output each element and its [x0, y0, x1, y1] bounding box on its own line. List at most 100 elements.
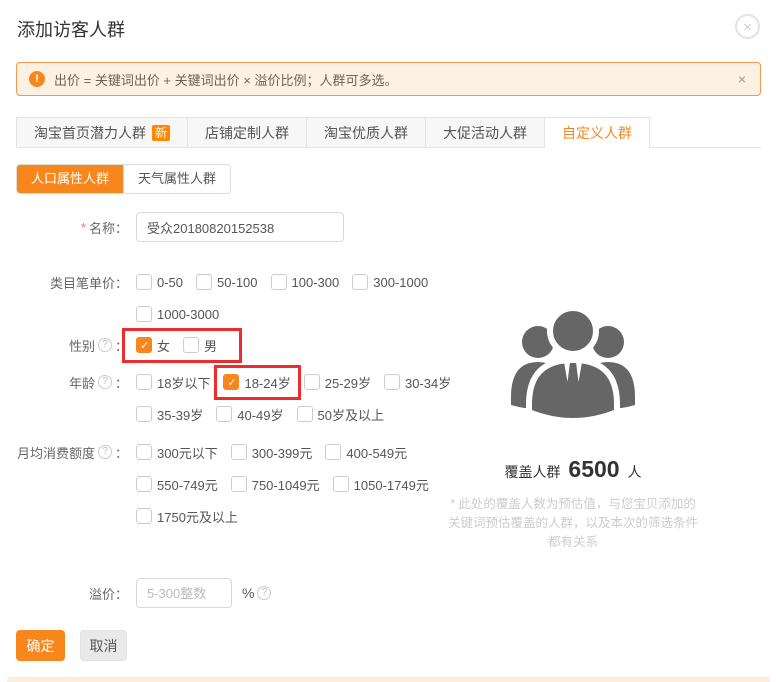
- checkbox[interactable]: [136, 374, 152, 390]
- checkbox[interactable]: [196, 274, 213, 290]
- notice-text: 出价 = 关键词出价 + 关键词出价 × 溢价比例；人群可多选。: [54, 72, 398, 88]
- checkbox[interactable]: [383, 374, 400, 390]
- tab-taobao-homepage-potential[interactable]: 淘宝首页潜力人群 新: [16, 117, 189, 147]
- coverage-note-line: 都有关系: [547, 535, 598, 549]
- category-price-label: 类目笔单价：: [16, 271, 128, 293]
- coverage-note: * 此处的覆盖人数为预估值，与您宝贝添加的 关键词预估覆盖的人群，以及本次的筛选…: [443, 495, 703, 552]
- checkbox-label: 400-549元: [346, 445, 408, 461]
- add-visitor-audience-dialog: 添加访客人群 × ! 出价 = 关键词出价 + 关键词出价 × 溢价比例；人群可…: [0, 0, 777, 682]
- subtab-weather[interactable]: 天气属性人群: [123, 165, 231, 193]
- checkbox[interactable]: [223, 374, 240, 390]
- coverage-label: 覆盖人群: [504, 464, 561, 480]
- premium-input[interactable]: [136, 578, 232, 608]
- checkbox[interactable]: [303, 374, 320, 390]
- checkbox-option-25-29[interactable]: 25-29岁: [303, 373, 371, 392]
- people-group-icon: [511, 305, 635, 424]
- bid-formula-notice: ! 出价 = 关键词出价 + 关键词出价 × 溢价比例；人群可多选。 ×: [16, 62, 761, 96]
- age-help-icon[interactable]: ?: [97, 375, 112, 389]
- checkbox[interactable]: [136, 508, 152, 524]
- name-label-text: 名称：: [88, 220, 128, 236]
- subtab-demographic[interactable]: 人口属性人群: [17, 165, 124, 193]
- monthly-spend-help-icon[interactable]: ?: [97, 445, 112, 459]
- tab-label: 淘宝优质人群: [324, 124, 409, 141]
- premium-row: 溢价： % ?: [16, 578, 274, 608]
- checkbox[interactable]: [136, 406, 152, 422]
- checkbox-label: 25-29岁: [324, 375, 371, 391]
- checkbox-label: 1000-3000: [157, 306, 220, 322]
- checkbox-label: 0-50: [157, 274, 184, 290]
- dialog-close-icon[interactable]: ×: [735, 14, 760, 39]
- checkbox-label: 男: [204, 338, 218, 354]
- gender-help-icon[interactable]: ?: [97, 338, 112, 352]
- name-row: * 名称：: [16, 212, 344, 242]
- tab-label: 大促活动人群: [443, 124, 528, 141]
- checkbox-option-300-399[interactable]: 300-399元: [230, 443, 313, 462]
- custom-audience-subtabs: 人口属性人群 天气属性人群: [16, 164, 232, 194]
- checkbox-option-300-1000[interactable]: 300-1000: [352, 274, 428, 290]
- checkbox[interactable]: [136, 476, 152, 492]
- checkbox[interactable]: [136, 274, 152, 290]
- colon: ：: [114, 445, 128, 461]
- alert-icon: !: [29, 71, 45, 87]
- checkbox-option-50-100[interactable]: 50-100: [196, 274, 258, 290]
- new-badge: 新: [152, 124, 171, 141]
- checkbox[interactable]: [183, 337, 200, 353]
- notice-close-icon[interactable]: ×: [736, 71, 748, 87]
- tab-promotion-event[interactable]: 大促活动人群: [425, 117, 546, 147]
- coverage-value: 6500: [568, 456, 620, 482]
- checkbox[interactable]: [136, 337, 152, 353]
- tab-taobao-quality[interactable]: 淘宝优质人群: [306, 117, 427, 147]
- checkbox-label: 18岁以下: [157, 375, 211, 391]
- checkbox-label: 750-1049元: [251, 477, 320, 493]
- checkbox-option-under-300[interactable]: 300元以下: [136, 443, 218, 462]
- checkbox[interactable]: [325, 444, 342, 460]
- tab-label: 店铺定制人群: [205, 124, 290, 141]
- checkbox-option-35-39[interactable]: 35-39岁: [136, 405, 203, 424]
- checkbox[interactable]: [216, 406, 233, 422]
- checkbox-label: 300-1000: [373, 274, 429, 290]
- checkbox-option-0-50[interactable]: 0-50: [136, 274, 183, 290]
- checkbox-option-female[interactable]: 女: [136, 336, 170, 355]
- tab-shop-custom[interactable]: 店铺定制人群: [187, 117, 308, 147]
- checkbox[interactable]: [332, 476, 349, 492]
- checkbox[interactable]: [352, 274, 369, 290]
- checkbox[interactable]: [270, 274, 287, 290]
- checkbox[interactable]: [230, 444, 247, 460]
- tab-custom-audience[interactable]: 自定义人群: [544, 117, 651, 148]
- name-label: * 名称：: [16, 218, 128, 237]
- checkbox[interactable]: [136, 306, 152, 322]
- checkbox-option-1000-3000[interactable]: 1000-3000: [136, 306, 219, 322]
- checkbox-label: 35-39岁: [157, 407, 204, 423]
- checkbox-option-1050-1749[interactable]: 1050-1749元: [332, 475, 429, 494]
- checkbox-option-400-549[interactable]: 400-549元: [325, 443, 407, 462]
- checkbox-option-550-749[interactable]: 550-749元: [136, 475, 218, 494]
- checkbox[interactable]: [136, 444, 152, 460]
- checkbox-label: 18-24岁: [244, 375, 291, 391]
- checkbox-option-male[interactable]: 男: [183, 336, 217, 355]
- premium-help-icon[interactable]: ?: [257, 586, 272, 600]
- cancel-button[interactable]: 取消: [80, 630, 127, 661]
- subtab-label: 天气属性人群: [138, 171, 217, 186]
- checkbox-option-100-300[interactable]: 100-300: [270, 274, 339, 290]
- checkbox-label: 300元以下: [157, 445, 218, 461]
- coverage-panel: 覆盖人群 6500 人 * 此处的覆盖人数为预估值，与您宝贝添加的 关键词预估覆…: [443, 298, 703, 552]
- checkbox-option-750-1049[interactable]: 750-1049元: [230, 475, 320, 494]
- checkbox-option-40-49[interactable]: 40-49岁: [216, 405, 284, 424]
- checkbox-option-30-34[interactable]: 30-34岁: [383, 373, 451, 392]
- checkbox-option-1750-plus[interactable]: 1750元及以上: [136, 507, 238, 526]
- checkbox-option-18-24[interactable]: 18-24岁: [214, 364, 301, 400]
- checkbox[interactable]: [230, 476, 247, 492]
- audience-name-input[interactable]: [136, 212, 344, 242]
- checkbox-option-under-18[interactable]: 18岁以下: [136, 373, 210, 392]
- confirm-button[interactable]: 确定: [16, 630, 65, 661]
- coverage-unit: 人: [627, 464, 642, 480]
- gender-row: 性别 ? ： 女 男: [16, 327, 243, 363]
- page-background-strip: [7, 677, 770, 682]
- gender-highlight-box: 女 男: [122, 327, 243, 363]
- percent-unit: %: [242, 585, 255, 601]
- checkbox-option-50-plus[interactable]: 50岁及以上: [296, 405, 384, 424]
- checkbox-label: 300-399元: [251, 445, 313, 461]
- age-row: 年龄 ? ： 18岁以下 18-24岁 25-29岁: [16, 364, 464, 425]
- checkbox[interactable]: [296, 406, 313, 422]
- gender-label: 性别 ? ：: [16, 334, 128, 356]
